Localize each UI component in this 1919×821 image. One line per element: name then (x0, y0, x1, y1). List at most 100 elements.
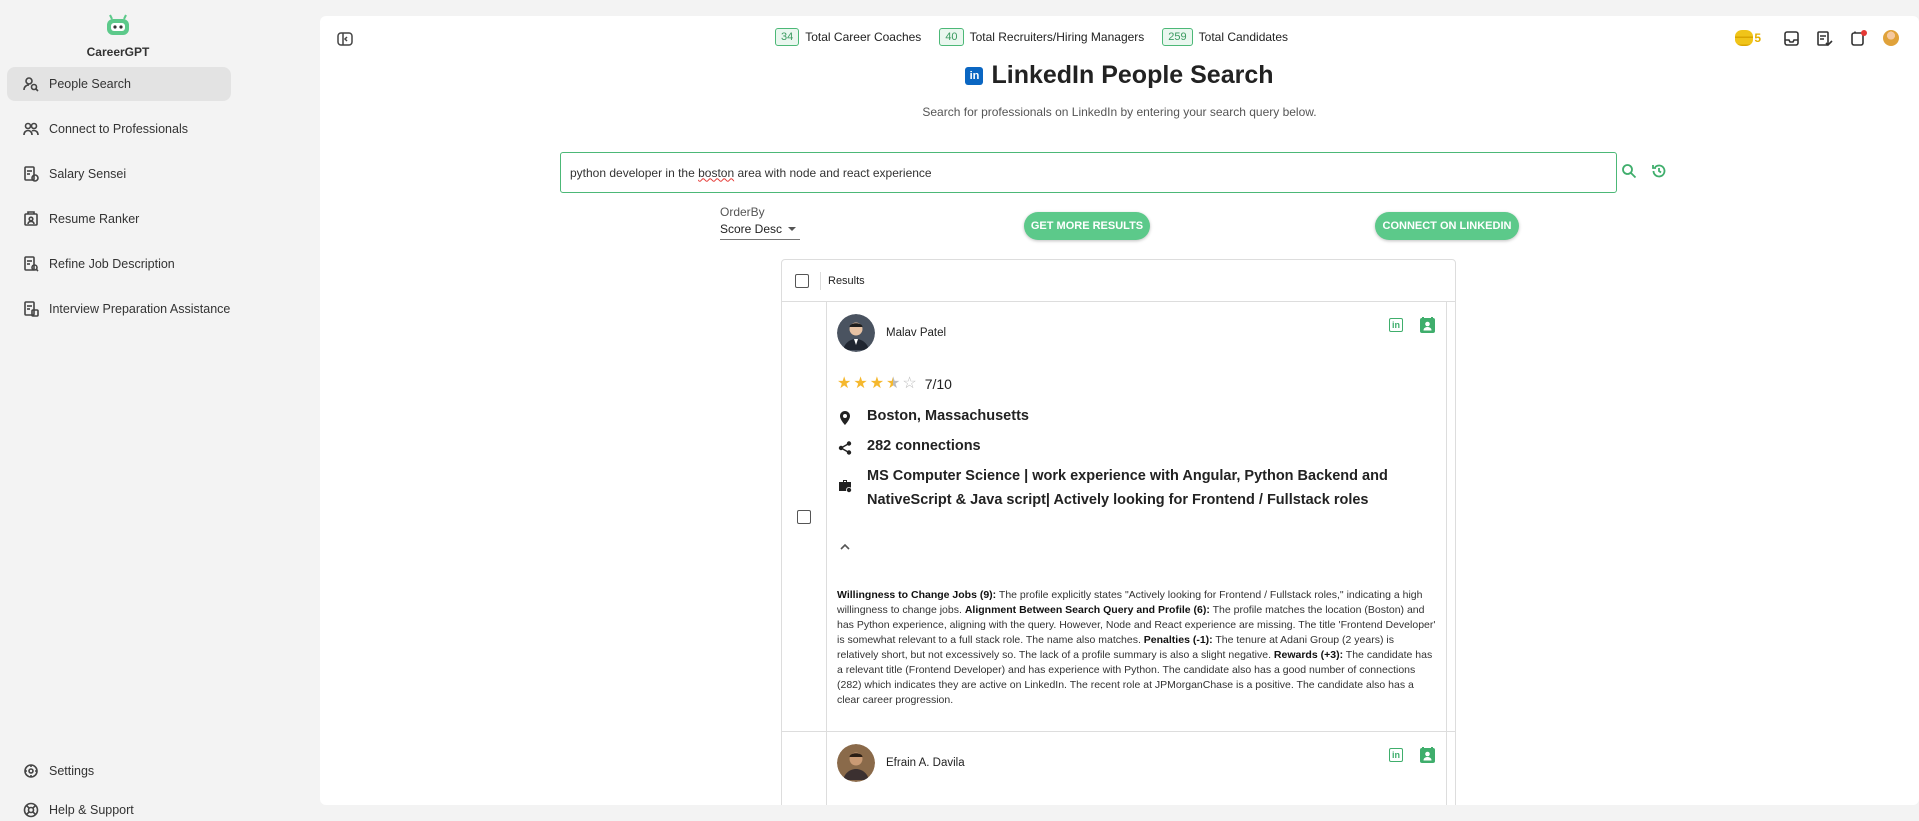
stat-count-badge: 40 (939, 28, 964, 46)
row-checkbox-cell (782, 732, 827, 805)
inbox-icon (1784, 30, 1799, 46)
document-check-button[interactable] (1808, 22, 1841, 54)
linkedin-profile-button[interactable]: in (1387, 746, 1405, 764)
star-empty-icon: ☆ (902, 375, 917, 392)
coins-balance[interactable]: 5 (1735, 30, 1761, 46)
orderby-select[interactable]: OrderBy Score Desc (720, 205, 800, 240)
headline-line-2: NativeScript & Java script| Actively loo… (867, 492, 1369, 508)
candidate-avatar (837, 314, 875, 352)
user-avatar (1882, 30, 1899, 46)
headline-text: MS Computer Science | work experience wi… (867, 464, 1388, 512)
search-button[interactable] (1621, 163, 1639, 181)
orderby-value: Score Desc (720, 222, 783, 236)
sidebar-item-label: Help & Support (49, 803, 134, 817)
candidate-location: Boston, Massachusetts (837, 408, 1029, 428)
summary-heading: Rewards (+3): (1273, 649, 1344, 661)
star-full-icon: ★ (853, 375, 868, 392)
app-logo[interactable]: CareerGPT (78, 14, 158, 59)
share-icon (837, 440, 853, 456)
sidebar-item-label: Interview Preparation Assistance (49, 302, 231, 316)
orderby-label: OrderBy (720, 205, 765, 219)
stat-recruiters: 40 Total Recruiters/Hiring Managers (939, 28, 1156, 46)
stat-label: Total Recruiters/Hiring Managers (969, 30, 1145, 44)
search-input[interactable]: python developer in the boston area with… (560, 152, 1617, 193)
star-full-icon: ★ (869, 375, 885, 392)
get-more-results-button[interactable]: GET MORE RESULTS (1024, 212, 1150, 240)
contact-card-icon (1419, 317, 1435, 333)
sidebar-item-settings[interactable]: Settings (7, 754, 231, 788)
app-name: CareerGPT (86, 45, 150, 59)
sidebar-item-salary-sensei[interactable]: Salary Sensei (7, 157, 231, 191)
search-history-button[interactable] (1651, 163, 1669, 181)
sidebar-item-label: Connect to Professionals (49, 122, 188, 136)
coins-icon (1735, 30, 1754, 46)
select-all-checkbox[interactable] (795, 273, 809, 288)
sidebar-item-people-search[interactable]: People Search (7, 67, 231, 101)
sidebar: CareerGPT People Search Connect to Profe… (0, 0, 320, 821)
history-icon (1652, 164, 1666, 178)
coins-count: 5 (1754, 31, 1761, 45)
stat-candidates: 259 Total Candidates (1162, 28, 1300, 46)
table-row: Malav Patel in ★ ★ ★ ★ ☆ 7/10 Boston, Ma… (782, 302, 1455, 732)
linkedin-icon: in (1389, 318, 1403, 332)
chevron-up-icon (840, 543, 850, 550)
settings-icon (22, 762, 40, 780)
sidebar-item-help-support[interactable]: Help & Support (7, 793, 231, 821)
row-actions: in (1374, 746, 1436, 764)
summary-heading: Willingness to Change Jobs (9): (837, 589, 997, 601)
notifications-button[interactable] (1841, 22, 1874, 54)
candidate-header: Malav Patel (837, 314, 946, 352)
linkedin-profile-button[interactable]: in (1387, 316, 1405, 334)
sidebar-item-connect-to-professionals[interactable]: Connect to Professionals (7, 112, 231, 146)
sidebar-toggle-button[interactable] (336, 30, 354, 48)
connections-text: 282 connections (867, 438, 981, 454)
search-query-part: python developer in the (570, 165, 699, 180)
page-subtitle: Search for professionals on LinkedIn by … (922, 105, 1317, 119)
candidate-name[interactable]: Malav Patel (886, 327, 946, 339)
stat-count-badge: 259 (1162, 28, 1193, 46)
sidebar-item-label: Refine Job Description (49, 257, 175, 271)
row-checkbox[interactable] (797, 509, 811, 524)
search-query-part: area with node and react experience (734, 165, 932, 180)
sidebar-item-refine-job-description[interactable]: Refine Job Description (7, 247, 231, 281)
candidate-avatar (837, 744, 875, 782)
search-icon (1622, 164, 1637, 179)
notification-dot (1861, 30, 1867, 36)
page-title-row: in LinkedIn People Search (320, 61, 1919, 90)
contact-card-icon (1419, 747, 1435, 763)
linkedin-icon: in (965, 66, 984, 85)
stat-label: Total Career Coaches (805, 30, 922, 44)
candidate-summary: Willingness to Change Jobs (9): The prof… (837, 588, 1437, 708)
resume-icon (22, 210, 40, 228)
collapse-details-button[interactable] (839, 540, 851, 552)
candidate-name[interactable]: Efrain A. Davila (886, 757, 965, 769)
stat-career-coaches: 34 Total Career Coaches (775, 28, 933, 46)
connect-on-linkedin-button[interactable]: CONNECT ON LINKEDIN (1375, 212, 1519, 240)
work-history-icon (837, 478, 853, 494)
user-menu-button[interactable] (1874, 22, 1907, 54)
star-half-icon: ★ (886, 375, 901, 392)
header-toolbar: 5 (1735, 22, 1907, 54)
sidebar-toggle-icon (337, 32, 353, 46)
document-check-icon (1817, 30, 1833, 46)
location-pin-icon (837, 410, 853, 426)
sidebar-item-resume-ranker[interactable]: Resume Ranker (7, 202, 231, 236)
search-query-misspelled: boston (698, 165, 735, 180)
contact-card-button[interactable] (1418, 316, 1436, 334)
summary-heading: Alignment Between Search Query and Profi… (964, 604, 1210, 616)
sidebar-item-label: Settings (49, 764, 95, 778)
headline-line-1: MS Computer Science | work experience wi… (867, 468, 1388, 484)
candidate-headline: MS Computer Science | work experience wi… (837, 468, 1388, 512)
interview-icon (22, 300, 40, 318)
header-divider (820, 271, 821, 290)
salary-doc-icon (22, 165, 40, 183)
contact-card-button[interactable] (1418, 746, 1436, 764)
row-actions: in (1374, 316, 1436, 334)
people-icon (22, 120, 40, 138)
candidate-rating: ★ ★ ★ ★ ☆ 7/10 (837, 375, 952, 393)
sidebar-item-interview-preparation[interactable]: Interview Preparation Assistance (7, 292, 231, 326)
location-text: Boston, Massachusetts (867, 408, 1029, 424)
results-header-label: Results (828, 274, 865, 287)
inbox-button[interactable] (1775, 22, 1808, 54)
stats-bar: 34 Total Career Coaches 40 Total Recruit… (775, 28, 1306, 46)
